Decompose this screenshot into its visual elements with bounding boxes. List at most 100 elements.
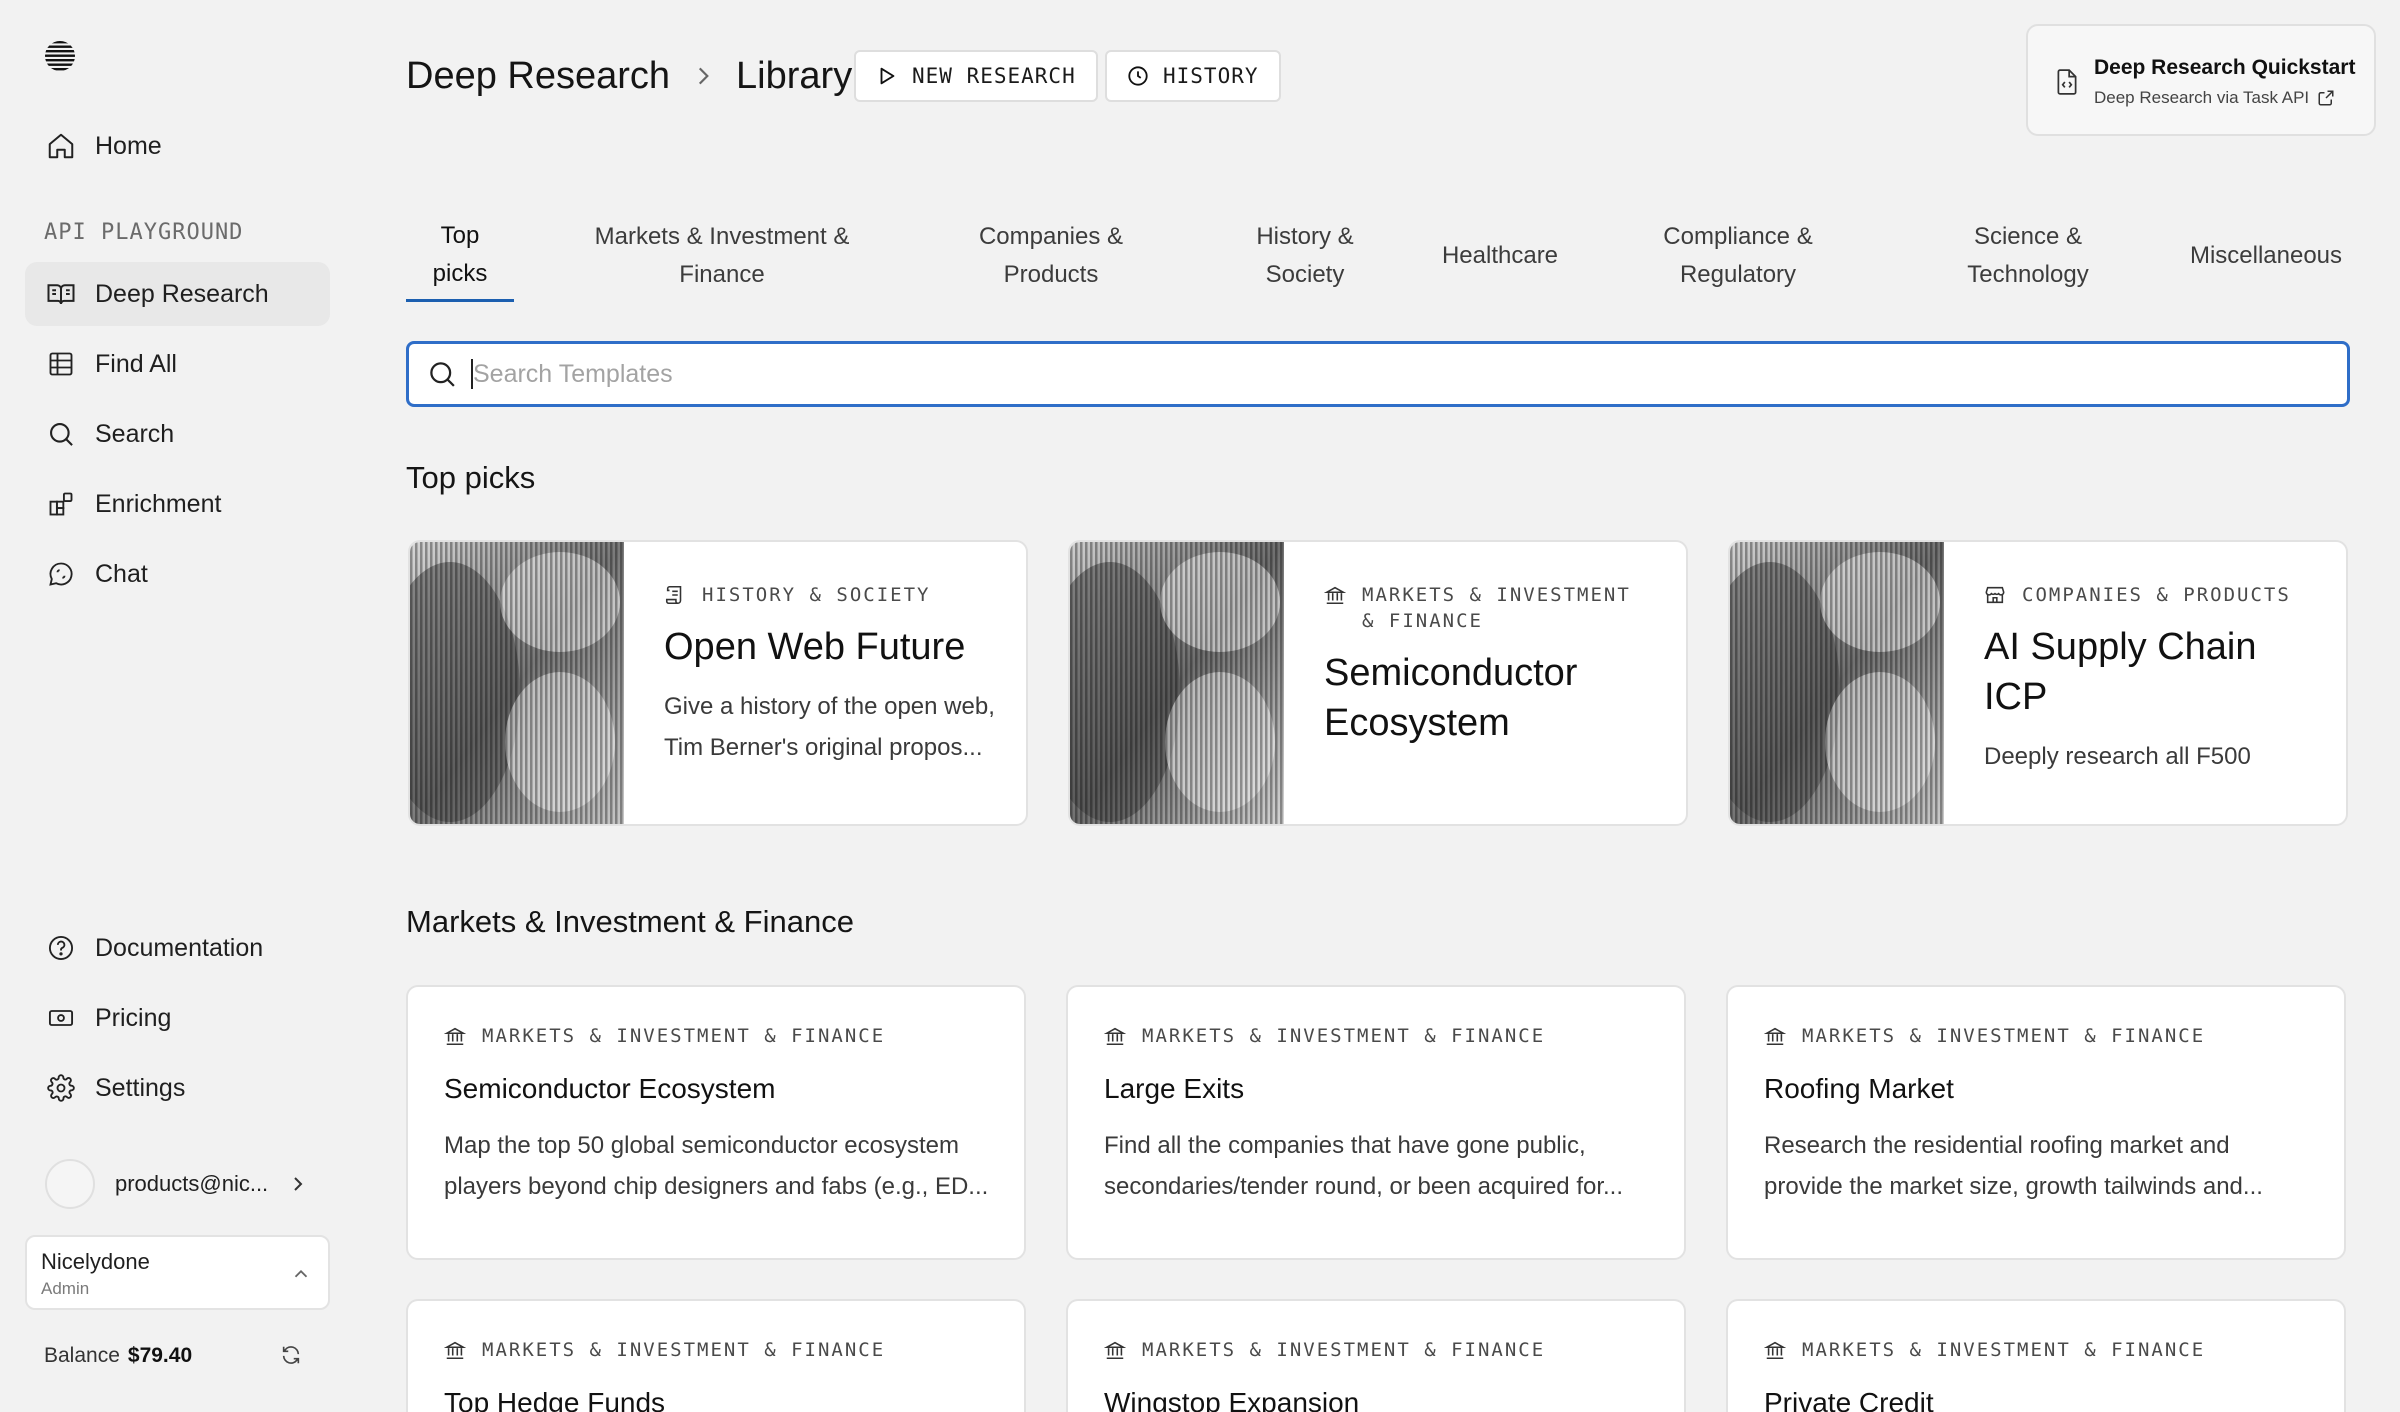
sidebar-item-label: Home — [95, 131, 162, 160]
clock-icon — [1127, 65, 1149, 87]
user-account-row[interactable]: products@nic... — [25, 1154, 330, 1214]
banknote-icon — [45, 1002, 77, 1034]
sidebar-item-label: Search — [95, 419, 175, 448]
tab-healthcare[interactable]: Healthcare — [1420, 210, 1580, 302]
card-artwork-image — [1730, 542, 1944, 824]
sidebar-item-home[interactable]: Home — [25, 114, 330, 178]
tab-label-line1: History & — [1256, 223, 1354, 250]
play-icon — [876, 65, 898, 87]
card-category-label: MARKETS & INVESTMENT & FINANCE — [482, 1339, 886, 1361]
card-category: MARKETS & INVESTMENT & FINANCE — [1764, 1023, 2314, 1049]
new-research-button[interactable]: NEW RESEARCH — [854, 50, 1098, 102]
card-body: MARKETS & INVESTMENT & FINANCE Semicondu… — [1324, 582, 1656, 748]
card-category-label: HISTORY & SOCIETY — [702, 584, 931, 606]
card-category: MARKETS & INVESTMENT & FINANCE — [1764, 1337, 2314, 1363]
card-body: MARKETS & INVESTMENT & FINANCE Semicondu… — [444, 1023, 994, 1207]
tab-label-line1: Compliance & — [1663, 223, 1813, 250]
template-card[interactable]: MARKETS & INVESTMENT & FINANCE Large Exi… — [1066, 985, 1686, 1260]
tab-label-line1: Markets & Investment & — [594, 223, 850, 250]
bank-icon — [444, 1339, 466, 1361]
breadcrumb: Deep Research Library — [406, 48, 852, 104]
org-name: Nicelydone — [41, 1249, 150, 1274]
breadcrumb-deep-research[interactable]: Deep Research — [406, 55, 670, 98]
search-icon — [45, 418, 77, 450]
sidebar-item-chat[interactable]: Chat — [25, 542, 330, 606]
tab-label-line2: Finance — [679, 261, 765, 288]
tab-label-line1: Miscellaneous — [2189, 242, 2343, 269]
card-category: MARKETS & INVESTMENT & FINANCE — [444, 1337, 994, 1363]
template-card[interactable]: MARKETS & INVESTMENT & FINANCE Wingstop … — [1066, 1299, 1686, 1412]
card-body: MARKETS & INVESTMENT & FINANCE Wingstop … — [1104, 1337, 1654, 1412]
tab-history-society[interactable]: History & Society — [1230, 210, 1380, 302]
top-pick-card[interactable]: MARKETS & INVESTMENT & FINANCE Semicondu… — [1068, 540, 1688, 826]
sidebar-item-search[interactable]: Search — [25, 402, 330, 466]
card-title: Semiconductor Ecosystem — [1324, 652, 1578, 744]
card-description: Find all the companies that have gone pu… — [1104, 1132, 1623, 1200]
card-title: Private Credit — [1764, 1387, 1934, 1412]
file-code-icon — [2054, 68, 2080, 96]
external-link-icon — [2317, 89, 2335, 107]
card-description: Give a history of the open web, Tim Bern… — [664, 693, 995, 761]
card-artwork-image — [1070, 542, 1284, 824]
parallel-logo-icon[interactable] — [42, 38, 78, 74]
sidebar-item-enrichment[interactable]: Enrichment — [25, 472, 330, 536]
card-title: Semiconductor Ecosystem — [444, 1073, 776, 1104]
template-card[interactable]: MARKETS & INVESTMENT & FINANCE Top Hedge… — [406, 1299, 1026, 1412]
history-label: HISTORY — [1163, 64, 1259, 88]
search-input[interactable] — [473, 359, 2347, 389]
card-category-label: COMPANIES & PRODUCTS — [2022, 584, 2291, 606]
template-card[interactable]: MARKETS & INVESTMENT & FINANCE Roofing M… — [1726, 985, 2346, 1260]
sidebar-item-label: Settings — [95, 1073, 186, 1102]
sidebar-item-settings[interactable]: Settings — [25, 1056, 330, 1120]
tab-science-technology[interactable]: Science & Technology — [1940, 210, 2116, 302]
chevron-right-icon — [286, 1172, 310, 1196]
bank-icon — [1764, 1339, 1786, 1361]
sidebar-item-find-all[interactable]: Find All — [25, 332, 330, 396]
sidebar-item-label: Enrichment — [95, 489, 222, 518]
card-category-label: MARKETS & INVESTMENT & FINANCE — [1362, 584, 1631, 632]
card-title: Large Exits — [1104, 1073, 1245, 1104]
sidebar-item-documentation[interactable]: Documentation — [25, 916, 330, 980]
tab-label-line2: Technology — [1967, 261, 2089, 288]
bank-icon — [1324, 584, 1346, 606]
tab-label-line1: Science & — [1973, 223, 2083, 250]
chat-icon — [45, 558, 77, 590]
bank-icon — [444, 1025, 466, 1047]
template-card[interactable]: MARKETS & INVESTMENT & FINANCE Private C… — [1726, 1299, 2346, 1412]
balance-value: $79.40 — [127, 1344, 193, 1367]
tab-miscellaneous[interactable]: Miscellaneous — [2176, 210, 2356, 302]
quickstart-subtitle: Deep Research via Task API — [2094, 88, 2310, 107]
sidebar-item-deep-research[interactable]: Deep Research — [25, 262, 330, 326]
card-description: Deeply research all F500 — [1984, 743, 2251, 770]
card-body: MARKETS & INVESTMENT & FINANCE Private C… — [1764, 1337, 2314, 1412]
sidebar-item-pricing[interactable]: Pricing — [25, 986, 330, 1050]
card-category: HISTORY & SOCIETY — [664, 582, 996, 608]
card-title: Roofing Market — [1764, 1073, 1954, 1104]
card-category: MARKETS & INVESTMENT & FINANCE — [1104, 1023, 1654, 1049]
section-title-markets: Markets & Investment & Finance — [406, 904, 854, 939]
quickstart-link[interactable]: Deep Research via Task API — [2094, 88, 2335, 108]
search-box[interactable] — [406, 341, 2350, 407]
org-role: Admin — [41, 1279, 90, 1298]
quickstart-title: Deep Research Quickstart — [2094, 56, 2356, 79]
store-icon — [1984, 584, 2006, 606]
sidebar-item-label: Pricing — [95, 1003, 172, 1032]
quickstart-card[interactable]: Deep Research Quickstart Deep Research v… — [2026, 24, 2376, 136]
top-pick-card[interactable]: COMPANIES & PRODUCTS AI Supply Chain ICP… — [1728, 540, 2348, 826]
template-card[interactable]: MARKETS & INVESTMENT & FINANCE Semicondu… — [406, 985, 1026, 1260]
tab-label-line2: picks — [432, 259, 488, 287]
section-title-top-picks: Top picks — [406, 460, 536, 495]
chevron-up-icon — [290, 1263, 312, 1285]
sidebar-item-label: Chat — [95, 559, 148, 588]
card-category-label: MARKETS & INVESTMENT & FINANCE — [1142, 1339, 1546, 1361]
refresh-icon[interactable] — [280, 1344, 304, 1368]
tab-companies-products[interactable]: Companies & Products — [940, 210, 1162, 302]
history-button[interactable]: HISTORY — [1105, 50, 1281, 102]
tab-markets-investment-finance[interactable]: Markets & Investment & Finance — [570, 210, 874, 302]
card-title: Top Hedge Funds — [444, 1387, 666, 1412]
tab-top-picks[interactable]: Top picks — [406, 210, 514, 302]
org-switcher[interactable]: Nicelydone Admin — [25, 1235, 330, 1310]
breadcrumb-library: Library — [736, 54, 853, 97]
top-pick-card[interactable]: HISTORY & SOCIETY Open Web Future Give a… — [408, 540, 1028, 826]
tab-compliance-regulatory[interactable]: Compliance & Regulatory — [1630, 210, 1846, 302]
